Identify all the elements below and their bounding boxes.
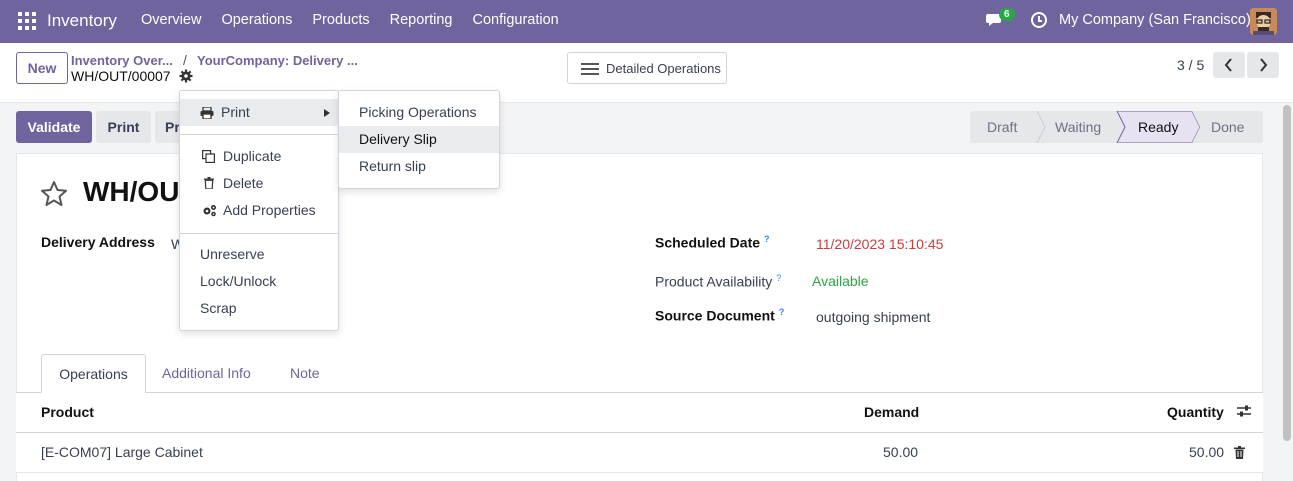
status-done[interactable]: Done (1211, 111, 1244, 143)
product-availability-value: Available (812, 273, 869, 289)
detailed-operations-label: Detailed Operations (606, 61, 721, 76)
chevron-right-icon (1260, 58, 1268, 72)
menu-item-print-label: Print (221, 104, 250, 120)
source-document-value[interactable]: outgoing shipment (816, 309, 930, 325)
scheduled-date-label: Scheduled Date? (655, 234, 770, 251)
menu-item-delete-label: Delete (223, 175, 264, 191)
chevron-left-icon (1224, 58, 1232, 72)
breadcrumb-inventory-overview[interactable]: Inventory Over... (71, 53, 173, 68)
print-button[interactable]: Print (96, 111, 151, 143)
submenu-item-return-slip[interactable]: Return slip (339, 153, 499, 180)
top-navbar: Inventory Overview Operations Products R… (0, 0, 1293, 43)
scrollbar-thumb[interactable] (1283, 105, 1291, 441)
user-avatar[interactable] (1250, 8, 1277, 35)
new-button[interactable]: New (16, 52, 68, 84)
duplicate-icon (202, 150, 215, 163)
menu-item-scrap[interactable]: Scrap (180, 295, 338, 322)
scrollbar[interactable] (1281, 103, 1293, 481)
pager-value[interactable]: 3 / 5 (1177, 57, 1204, 73)
submenu-item-delivery-slip[interactable]: Delivery Slip (339, 126, 499, 153)
delivery-address-label: Delivery Address (41, 234, 155, 250)
source-document-label: Source Document? (655, 307, 785, 324)
list-icon (581, 63, 599, 75)
row-demand[interactable]: 50.00 (883, 444, 918, 460)
menu-item-add-properties-label: Add Properties (223, 202, 316, 218)
menu-item-print[interactable]: Print (180, 99, 338, 126)
submenu-item-picking-operations[interactable]: Picking Operations (339, 99, 499, 126)
table-header: Product Demand Quantity (16, 393, 1263, 433)
menu-reporting[interactable]: Reporting (390, 12, 453, 28)
record-name: WH/OUT/00007 (71, 68, 171, 84)
menu-divider (180, 134, 338, 135)
trash-icon[interactable] (1234, 446, 1245, 459)
record-title: WH/OU (83, 176, 180, 207)
detailed-operations-button[interactable]: Detailed Operations (567, 52, 727, 84)
breadcrumb-delivery[interactable]: YourCompany: Delivery ... (197, 53, 358, 68)
scheduled-date-value[interactable]: 11/20/2023 15:10:45 (816, 236, 943, 252)
star-icon[interactable] (40, 180, 68, 208)
menu-item-lock-unlock[interactable]: Lock/Unlock (180, 268, 338, 295)
help-icon[interactable]: ? (764, 234, 770, 244)
menu-item-duplicate[interactable]: Duplicate (180, 143, 338, 170)
gear-dropdown-menu: Print Duplicate Delete Add Properties Un (179, 90, 339, 331)
message-count-badge: 6 (999, 8, 1015, 21)
status-ready[interactable]: Ready (1138, 111, 1178, 143)
table-row[interactable]: [E-COM07] Large Cabinet 50.00 50.00 (16, 433, 1263, 473)
menu-item-add-properties[interactable]: Add Properties (180, 197, 338, 224)
menu-item-lock-unlock-label: Lock/Unlock (200, 273, 277, 289)
clock-icon[interactable] (1031, 12, 1047, 28)
menu-item-duplicate-label: Duplicate (223, 148, 282, 164)
caret-right-icon (324, 109, 330, 117)
trash-icon (204, 177, 214, 189)
menu-products[interactable]: Products (312, 12, 369, 28)
printer-icon (200, 107, 214, 119)
app-grid-icon[interactable] (18, 12, 36, 30)
row-product[interactable]: [E-COM07] Large Cabinet (41, 444, 203, 460)
tab-operations[interactable]: Operations (41, 354, 146, 393)
tab-additional-info[interactable]: Additional Info (162, 354, 251, 393)
menu-operations[interactable]: Operations (221, 12, 292, 28)
menu-item-unreserve-label: Unreserve (200, 246, 265, 262)
menu-overview[interactable]: Overview (141, 12, 201, 28)
app-name[interactable]: Inventory (47, 11, 117, 31)
column-quantity[interactable]: Quantity (1167, 404, 1224, 420)
row-quantity[interactable]: 50.00 (1189, 444, 1224, 460)
notebook-tabs: Operations Additional Info Note (16, 354, 1263, 393)
column-settings-icon[interactable] (1237, 405, 1251, 417)
company-switcher[interactable]: My Company (San Francisco) (1059, 12, 1251, 28)
tab-note[interactable]: Note (290, 354, 320, 393)
menu-divider (180, 233, 338, 234)
help-icon[interactable]: ? (776, 273, 781, 283)
status-draft[interactable]: Draft (987, 111, 1017, 143)
pager-next-button[interactable] (1247, 52, 1279, 78)
breadcrumb-separator: / (183, 52, 187, 68)
menu-item-scrap-label: Scrap (200, 300, 237, 316)
pager-previous-button[interactable] (1213, 52, 1245, 78)
menu-item-delete[interactable]: Delete (180, 170, 338, 197)
column-demand[interactable]: Demand (864, 404, 919, 420)
menu-configuration[interactable]: Configuration (472, 12, 558, 28)
main-menu: Overview Operations Products Reporting C… (141, 12, 579, 28)
help-icon[interactable]: ? (779, 307, 785, 317)
status-waiting[interactable]: Waiting (1055, 111, 1101, 143)
print-submenu: Picking Operations Delivery Slip Return … (338, 90, 500, 189)
validate-button[interactable]: Validate (16, 111, 92, 143)
gear-icon[interactable] (179, 69, 193, 83)
product-availability-label: Product Availability? (655, 273, 782, 290)
cogs-icon (203, 205, 216, 217)
column-product[interactable]: Product (41, 404, 94, 420)
menu-item-unreserve[interactable]: Unreserve (180, 241, 338, 268)
